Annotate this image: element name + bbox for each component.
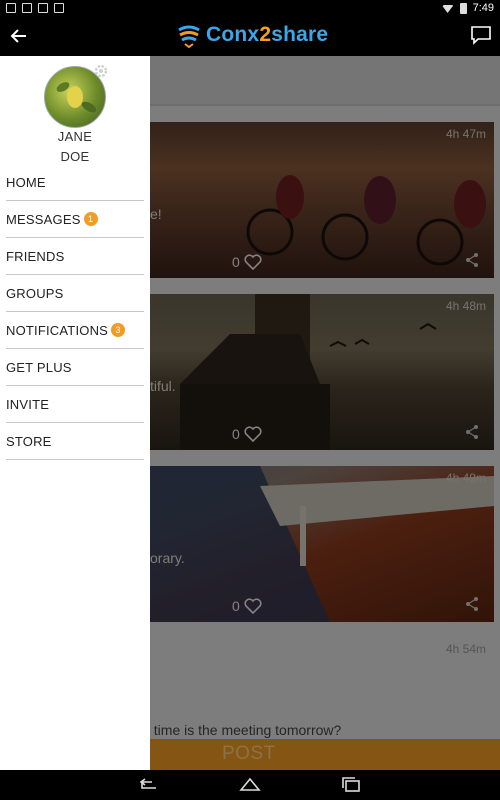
nav-recents-icon[interactable] xyxy=(340,776,364,794)
menu-item-notifications[interactable]: NOTIFICATIONS 3 xyxy=(6,312,144,349)
menu-item-label: MESSAGES xyxy=(6,211,81,227)
notification-icon xyxy=(22,3,32,13)
menu-item-invite[interactable]: INVITE xyxy=(6,386,144,423)
nav-back-icon[interactable] xyxy=(136,776,160,794)
menu-item-label: STORE xyxy=(6,433,52,449)
unread-badge: 1 xyxy=(83,212,98,226)
menu-item-home[interactable]: HOME xyxy=(6,164,144,201)
user-last-name: DOE xyxy=(60,149,90,164)
navigation-drawer: JANE DOE HOME MESSAGES 1 FRIENDS GROUPS … xyxy=(0,56,150,770)
menu-item-label: GROUPS xyxy=(6,285,64,301)
user-first-name: JANE xyxy=(57,129,93,144)
wifi-icon xyxy=(441,5,454,13)
menu-item-groups[interactable]: GROUPS xyxy=(6,275,144,312)
menu-item-label: NOTIFICATIONS xyxy=(6,322,109,338)
drawer-menu: HOME MESSAGES 1 FRIENDS GROUPS NOTIFICAT… xyxy=(6,164,144,460)
clock: 7:49 xyxy=(472,2,494,14)
app-logo: Conx2share xyxy=(176,22,328,48)
menu-item-store[interactable]: STORE xyxy=(6,423,144,460)
menu-item-label: FRIENDS xyxy=(6,248,65,264)
app-bar: Conx2share xyxy=(0,18,500,56)
gear-icon[interactable] xyxy=(92,62,110,80)
notification-icon xyxy=(6,3,16,13)
nav-home-icon[interactable] xyxy=(238,776,262,794)
drawer-scrim[interactable] xyxy=(150,56,500,770)
system-nav-bar xyxy=(0,770,500,800)
logo-mark-icon xyxy=(178,25,200,48)
back-arrow-icon[interactable] xyxy=(8,25,30,47)
menu-item-friends[interactable]: FRIENDS xyxy=(6,238,144,275)
logo-text: Conx2share xyxy=(206,23,329,46)
battery-icon xyxy=(459,2,467,14)
menu-item-get-plus[interactable]: GET PLUS xyxy=(6,349,144,386)
notification-icon xyxy=(38,3,48,13)
notification-icon xyxy=(54,3,64,13)
menu-item-label: HOME xyxy=(6,174,46,190)
chat-icon[interactable] xyxy=(470,25,492,45)
status-bar: 7:49 xyxy=(0,0,500,18)
unread-badge: 3 xyxy=(111,323,126,337)
menu-item-label: GET PLUS xyxy=(6,359,72,375)
menu-item-messages[interactable]: MESSAGES 1 xyxy=(6,201,144,238)
notification-icons xyxy=(6,3,64,13)
menu-item-label: INVITE xyxy=(6,396,50,412)
